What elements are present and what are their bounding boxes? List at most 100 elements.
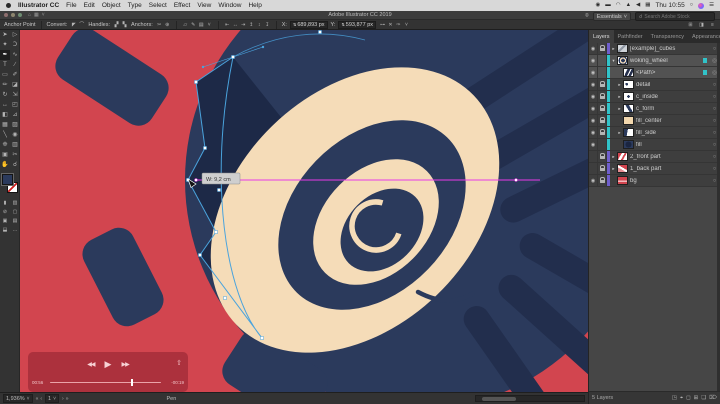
layer-row-bg[interactable]: ◉bg○ [589,175,720,187]
playhead[interactable] [131,379,133,386]
mesh-tool[interactable]: ▦ [0,120,10,130]
menu-file[interactable]: File [66,2,76,9]
menu-window[interactable]: Window [218,2,241,9]
symbol-sprayer-tool[interactable]: ❉ [0,140,10,150]
free-transform-tool[interactable]: ◰ [10,100,20,110]
volume-icon[interactable]: ◀ [636,3,640,9]
make-mask-icon[interactable]: ◻ [686,395,691,402]
workspace-switcher-icon[interactable]: ⌾ [585,13,589,20]
remove-anchors-icon[interactable]: ✂ [156,21,163,29]
draw-inside-icon[interactable]: ▤ [10,217,20,226]
battery-icon[interactable]: ▬ [605,3,611,9]
minimize-window-button[interactable] [11,13,15,17]
eraser-tool[interactable]: ◪ [10,80,20,90]
graphic-style-icon[interactable]: ✑ [395,21,402,29]
new-sublayer-icon[interactable]: ⊞ [694,395,699,402]
scale-tool[interactable]: ⇲ [10,90,20,100]
next-artboard-icon[interactable]: › [62,396,64,402]
keyboard-flag-icon[interactable]: ▦ [645,3,650,9]
disclosure-right-icon[interactable]: ▸ [610,46,617,52]
rotate-tool[interactable]: ↻ [0,90,10,100]
hand-tool[interactable]: ✋ [0,160,10,170]
visibility-eye-icon[interactable]: ◉ [589,115,598,126]
align-bottom-icon[interactable]: ↧ [264,21,271,29]
tab-layers[interactable]: Layers [589,30,614,43]
workspace-select[interactable]: Essentials ˅ [593,12,631,21]
layer-row-c-inside[interactable]: ◉▸c_inside○ [589,91,720,103]
color-swatch-icon[interactable]: ▮ [0,199,10,208]
video-player-overlay[interactable]: ◀◀▶▶▶ ⇧ 00:56 -00:19 [28,352,188,392]
last-artboard-icon[interactable]: » [66,396,69,402]
magic-wand-tool[interactable]: ✦ [0,40,10,50]
visibility-eye-icon[interactable]: ◉ [589,139,598,150]
gradient-swatch-icon[interactable]: ▥ [10,199,20,208]
layer-row-fill-center[interactable]: ◉fill_center○ [589,115,720,127]
perspective-grid-tool[interactable]: ⊿ [10,110,20,120]
width-tool[interactable]: ↔ [0,100,10,110]
layer-row-detail[interactable]: ◉▸detail○ [589,79,720,91]
wifi-icon[interactable]: ◠ [616,3,621,9]
paintbrush-tool[interactable]: ✐ [10,70,20,80]
rectangle-tool[interactable]: ▭ [0,70,10,80]
visibility-eye-icon[interactable] [589,151,598,162]
none-swatch-icon[interactable]: ⊘ [0,208,10,217]
scrollbar-thumb[interactable] [482,397,516,401]
document-setup-icon[interactable]: ▤ [198,21,205,29]
stepper-icon[interactable]: ⇅ [341,22,344,27]
disclosure-right-icon[interactable]: ▸ [616,82,623,88]
isolate-selection-icon[interactable]: ▱ [182,21,189,29]
layer-row-fill[interactable]: ◉fill○ [589,139,720,151]
lasso-tool[interactable]: Ↄ [10,40,20,50]
layer-row-1-back-part[interactable]: ▸1_back part○ [589,163,720,175]
eyedropper-tool[interactable]: ╲ [0,130,10,140]
prev-artboard-icon[interactable]: ‹ [40,396,42,402]
rewind-button[interactable]: ◀◀ [87,362,94,368]
convert-to-smooth-icon[interactable]: ⌒ [78,21,85,29]
tab-transparency[interactable]: Transparency [647,30,688,43]
visibility-eye-icon[interactable] [589,163,598,174]
siri-icon[interactable] [698,3,704,9]
artboard-select[interactable]: 1 ˅ [45,394,59,403]
progress-bar[interactable] [50,382,161,384]
document-canvas[interactable]: W: 9,2 cm ◀◀▶▶▶ ⇧ 00:56 -00:19 [20,30,588,392]
collect-for-export-icon[interactable]: ◳ [672,395,677,402]
blend-tool[interactable]: ◉ [10,130,20,140]
visibility-eye-icon[interactable]: ◉ [589,91,598,102]
zoom-window-button[interactable] [18,13,22,17]
curvature-tool[interactable]: ∿ [10,50,20,60]
transform-icon[interactable]: ✕ [387,21,394,29]
visibility-eye-icon[interactable]: ◉ [589,127,598,138]
link-dimensions-icon[interactable]: ⊶ [379,21,386,29]
menu-type[interactable]: Type [128,2,142,9]
line-segment-tool[interactable]: ∕ [10,60,20,70]
align-top-icon[interactable]: ↥ [248,21,255,29]
align-middle-icon[interactable]: ↕ [256,21,263,29]
locate-object-icon[interactable]: ⌖ [680,395,683,402]
menu-edit[interactable]: Edit [84,2,95,9]
layer-row-fill-side[interactable]: ◉▸fill_side○ [589,127,720,139]
edit-path-icon[interactable]: ✎ [190,21,197,29]
y-field[interactable]: ⇅ 593,877 px [338,21,376,29]
disclosure-right-icon[interactable]: ▸ [616,94,623,100]
slice-tool[interactable]: ✂ [10,150,20,160]
lock-icon[interactable] [598,103,607,114]
draw-behind-icon[interactable]: ▣ [0,217,10,226]
first-artboard-icon[interactable]: « [36,396,39,402]
lock-icon[interactable] [598,79,607,90]
style-chevron-icon[interactable]: ˅ [403,21,410,29]
disclosure-down-icon[interactable]: ▾ [610,58,617,64]
dock-panels-icon[interactable]: ◨ [698,21,705,29]
share-icon[interactable]: ⇧ [176,359,182,367]
spotlight-search-icon[interactable]: ○ [690,3,693,9]
show-handles-icon[interactable]: ▞ [113,21,120,29]
arrange-documents-icon[interactable]: ⊞ [687,21,694,29]
tab-appearance[interactable]: Appearance [688,30,720,43]
panel-menu-icon[interactable]: ≡ [709,21,716,29]
edit-toolbar-icon[interactable]: … [10,226,20,235]
arrange-documents-icon[interactable]: ▦ [34,13,39,18]
lock-icon[interactable] [598,43,607,54]
connect-anchors-icon[interactable]: ⊕ [164,21,171,29]
lock-icon[interactable] [598,67,607,78]
lock-icon[interactable] [598,139,607,150]
align-left-icon[interactable]: ⇤ [224,21,231,29]
